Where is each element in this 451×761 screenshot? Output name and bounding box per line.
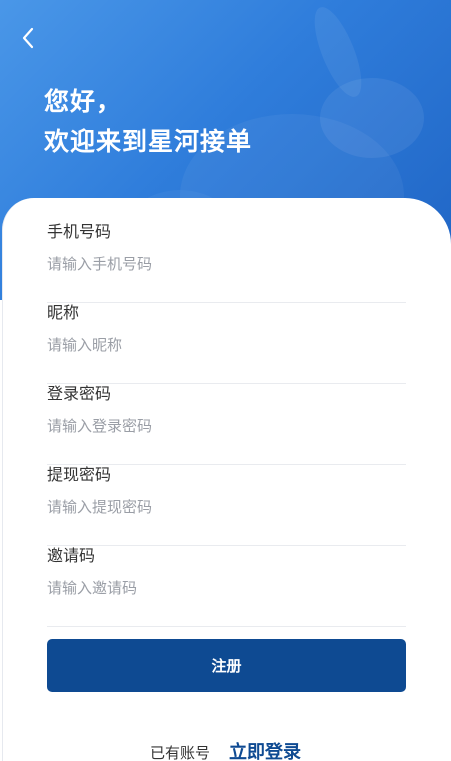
register-screen: 您好， 欢迎来到星河接单 手机号码 昵称 登录密码 提现密码 邀请码 注册 已有… xyxy=(0,0,451,761)
back-button[interactable] xyxy=(14,24,42,52)
withdraw-password-field: 提现密码 xyxy=(47,465,406,546)
login-password-input[interactable] xyxy=(47,414,406,438)
phone-label: 手机号码 xyxy=(47,222,112,241)
login-password-label: 登录密码 xyxy=(47,384,112,403)
withdraw-password-input[interactable] xyxy=(47,495,406,519)
greeting-line-1: 您好， xyxy=(44,87,123,116)
invite-code-label: 邀请码 xyxy=(47,546,96,565)
login-password-field: 登录密码 xyxy=(47,384,406,465)
nickname-input[interactable] xyxy=(47,333,406,357)
greeting-line-2: 欢迎来到星河接单 xyxy=(44,127,253,156)
have-account-text: 已有账号 xyxy=(149,744,210,761)
login-prompt: 已有账号 立即登录 xyxy=(0,741,451,761)
invite-code-input[interactable] xyxy=(47,576,406,600)
login-now-link[interactable]: 立即登录 xyxy=(229,742,301,761)
nickname-label: 昵称 xyxy=(47,303,80,322)
chevron-left-icon xyxy=(22,27,34,49)
phone-input[interactable] xyxy=(47,252,406,276)
phone-field: 手机号码 xyxy=(47,222,406,303)
withdraw-password-label: 提现密码 xyxy=(47,465,112,484)
register-button[interactable]: 注册 xyxy=(47,639,406,692)
greeting-heading: 您好， 欢迎来到星河接单 xyxy=(44,82,252,162)
invite-code-field: 邀请码 xyxy=(47,546,406,627)
nickname-field: 昵称 xyxy=(47,303,406,384)
